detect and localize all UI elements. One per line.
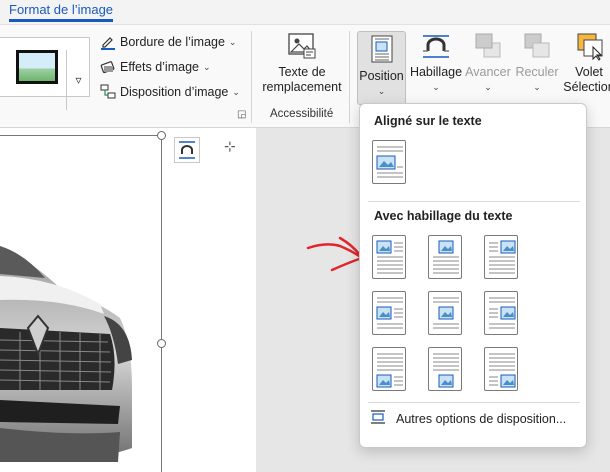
wrap-text-label: Habillage: [409, 65, 463, 79]
position-dropdown: Aligné sur le texte Avec habillage du te…: [359, 103, 587, 448]
alt-text-icon: [286, 31, 318, 61]
bring-forward-label: Avancer: [465, 65, 511, 79]
accessibility-group-label: Accessibilité: [270, 108, 334, 120]
dialog-launcher-icon[interactable]: ◲: [237, 109, 246, 120]
red-arrow-annotation: [306, 236, 364, 272]
wrap-heading: Avec habillage du texte: [374, 209, 513, 223]
chevron-down-icon: ⌄: [484, 82, 492, 92]
add-comment-icon[interactable]: ⊹: [224, 138, 236, 155]
group-separator: [349, 31, 350, 123]
chevron-down-icon: ⌄: [377, 86, 386, 96]
bring-forward-icon: [472, 31, 504, 61]
layout-options-button[interactable]: [174, 137, 200, 163]
position-top-right-option[interactable]: [484, 235, 518, 279]
picture-style-thumbnail[interactable]: [16, 50, 58, 84]
chevron-down-icon: ⌄: [228, 36, 237, 47]
chevron-down-icon: ⌄: [202, 61, 211, 72]
inline-heading: Aligné sur le texte: [374, 114, 482, 128]
resize-handle-middle-right[interactable]: [157, 339, 166, 348]
alt-text-label-line1: Texte de: [278, 65, 326, 79]
picture-effects-label: Effets d’image: [120, 60, 199, 74]
resize-handle-top-right[interactable]: [157, 131, 166, 140]
position-bottom-center-option[interactable]: [428, 347, 462, 391]
selection-pane-icon: [573, 31, 605, 61]
menu-divider: [368, 402, 580, 403]
ribbon-tab-bar: Format de l’image: [0, 0, 610, 24]
chevron-down-icon: ⌄: [533, 82, 541, 92]
chevron-down-icon: ⌄: [432, 82, 440, 92]
position-button[interactable]: Position ⌄: [357, 31, 406, 105]
picture-border-button[interactable]: Bordure de l’image ⌄: [100, 31, 236, 53]
send-backward-button[interactable]: Reculer ⌄: [513, 31, 561, 95]
more-layout-options-label: Autres options de disposition...: [396, 411, 567, 426]
layout-shapes-icon: [100, 84, 116, 100]
picture-border-label: Bordure de l’image: [120, 35, 225, 49]
position-middle-left-option[interactable]: [372, 291, 406, 335]
position-middle-right-option[interactable]: [484, 291, 518, 335]
pen-border-icon: [100, 34, 116, 50]
wrap-text-button[interactable]: Habillage ⌄: [408, 31, 464, 95]
chevron-down-icon: ⌄: [232, 86, 240, 97]
menu-divider: [368, 201, 580, 202]
more-layout-options-item[interactable]: Autres options de disposition...: [370, 409, 566, 428]
position-top-center-option[interactable]: [428, 235, 462, 279]
send-backward-icon: [521, 31, 553, 61]
position-middle-center-option[interactable]: [428, 291, 462, 335]
alt-text-label-line2: remplacement: [262, 80, 342, 94]
send-backward-label: Reculer: [515, 65, 559, 79]
bring-forward-button[interactable]: Avancer ⌄: [464, 31, 512, 95]
gallery-more-button[interactable]: ▿: [66, 50, 90, 110]
picture-styles-gallery[interactable]: ▿: [0, 37, 90, 110]
tab-format-image[interactable]: Format de l’image: [9, 2, 114, 22]
layout-options-icon: [179, 141, 195, 159]
image-selection-frame: [0, 135, 162, 472]
group-separator: [251, 31, 252, 123]
selection-pane-label-line1: Volet: [575, 65, 603, 79]
picture-layout-label: Disposition d’image: [120, 85, 229, 99]
position-icon: [371, 35, 393, 65]
position-inline-option[interactable]: [372, 140, 406, 184]
position-bottom-right-option[interactable]: [484, 347, 518, 391]
effects-icon: [100, 59, 116, 75]
picture-layout-button[interactable]: Disposition d’image ⌄: [100, 81, 240, 103]
position-top-left-option[interactable]: [372, 235, 406, 279]
document-page: ⊹: [0, 128, 256, 472]
alt-text-button[interactable]: Texte de remplacement: [262, 31, 342, 95]
selection-pane-label-line2: Sélection: [563, 80, 610, 94]
position-label: Position: [359, 69, 404, 83]
selection-pane-button[interactable]: Volet Sélection: [561, 31, 610, 95]
position-bottom-left-option[interactable]: [372, 347, 406, 391]
layout-options-icon: [370, 409, 386, 428]
picture-effects-button[interactable]: Effets d’image ⌄: [100, 56, 211, 78]
wrap-text-icon: [420, 31, 452, 61]
